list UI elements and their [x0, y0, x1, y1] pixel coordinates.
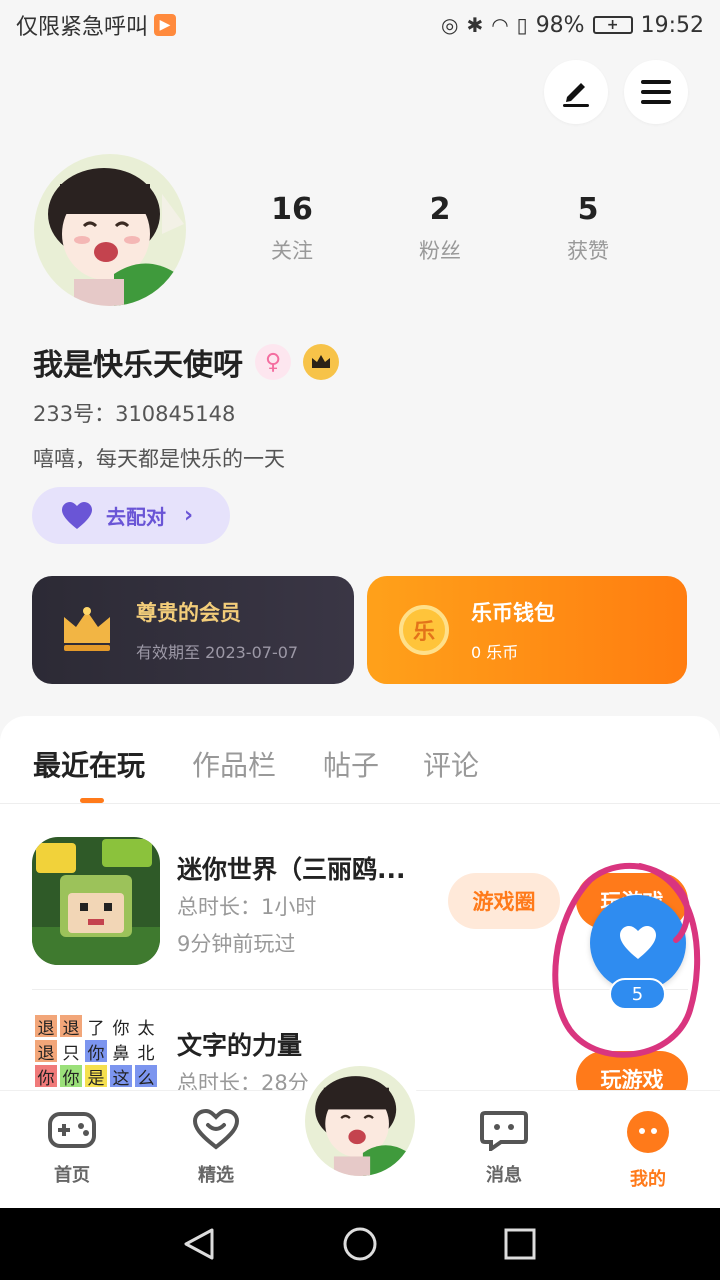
- vip-expiry: 有效期至 2023-07-07: [136, 643, 299, 662]
- nav-label: 消息: [486, 1165, 522, 1186]
- coin-icon: 乐: [399, 605, 449, 655]
- crown-icon: [64, 607, 110, 651]
- heart-icon: [62, 501, 92, 529]
- tab-recently-played[interactable]: 最近在玩: [33, 744, 145, 784]
- system-nav-bar: [0, 1208, 720, 1280]
- word-tile: 太: [137, 1018, 155, 1039]
- tab-comments[interactable]: 评论: [423, 744, 479, 784]
- avatar[interactable]: [34, 154, 186, 306]
- profile-stats: 16 关注 2 粉丝 5 获赞: [218, 192, 662, 265]
- bluetooth-icon: ✱: [466, 13, 484, 37]
- stat-following[interactable]: 16 关注: [218, 192, 366, 265]
- bottom-nav: 首页 精选 消息 我的: [0, 1057, 720, 1208]
- battery-icon: +: [592, 16, 633, 34]
- nav-home[interactable]: 首页: [24, 1109, 120, 1187]
- nav-label: 我的: [630, 1169, 666, 1190]
- nav-label: 首页: [54, 1165, 90, 1186]
- pair-button[interactable]: 去配对 ›: [32, 487, 230, 544]
- stat-label: 粉丝: [419, 239, 461, 263]
- play-notification-icon: ▶: [154, 14, 177, 36]
- word-tile: 只: [62, 1043, 80, 1064]
- heart-outline-icon: [192, 1108, 240, 1150]
- game-title[interactable]: 文字的力量: [177, 1026, 302, 1062]
- word-tile: 你: [35, 1065, 57, 1089]
- word-tile: 这: [110, 1065, 132, 1089]
- clock: 19:52: [640, 12, 704, 38]
- menu-button[interactable]: [624, 60, 688, 124]
- pencil-icon: [563, 83, 589, 107]
- carrier-text: 仅限紧急呼叫: [16, 15, 149, 40]
- game-last-played: 9分钟前玩过: [177, 932, 296, 956]
- wallet-card[interactable]: 乐 乐币钱包 0 乐币: [367, 576, 687, 684]
- pair-button-label: 去配对: [106, 505, 166, 529]
- status-bar: 仅限紧急呼叫 ▶ ◎ ✱ ◠ ▯ 98% + 19:52: [0, 0, 720, 50]
- nav-center-avatar[interactable]: [296, 1057, 424, 1185]
- female-icon: ♀: [255, 344, 291, 380]
- nav-messages[interactable]: 消息: [456, 1109, 552, 1187]
- username: 我是快乐天使呀: [33, 348, 243, 383]
- game-circle-button[interactable]: 游戏圈: [448, 873, 560, 929]
- word-tile: 了: [87, 1018, 105, 1039]
- me-face-icon: [627, 1111, 669, 1153]
- profile-tabs: 最近在玩 作品栏 帖子 评论: [0, 716, 720, 804]
- divider: [32, 989, 688, 990]
- vip-card[interactable]: 尊贵的会员 有效期至 2023-07-07: [32, 576, 354, 684]
- word-tile: 退: [35, 1040, 57, 1064]
- hamburger-icon: [641, 80, 671, 104]
- bio: 嘻嘻，每天都是快乐的一天: [33, 447, 285, 471]
- edit-profile-button[interactable]: [544, 60, 608, 124]
- like-floating-button[interactable]: [590, 895, 686, 991]
- word-tile: 退: [60, 1015, 82, 1039]
- game-duration: 总时长：1小时: [177, 895, 317, 919]
- stat-likes[interactable]: 5 获赞: [514, 192, 662, 265]
- stat-followers[interactable]: 2 粉丝: [366, 192, 514, 265]
- word-tile: 退: [35, 1015, 57, 1039]
- vip-title: 尊贵的会员: [136, 601, 241, 625]
- chat-bubble-icon: [480, 1111, 528, 1153]
- battery-percent: 98%: [535, 12, 585, 38]
- tab-indicator: [80, 798, 104, 803]
- word-tile: 么: [135, 1065, 157, 1089]
- game-icon-mini-world[interactable]: [32, 837, 160, 965]
- wallet-balance: 0 乐币: [471, 643, 519, 662]
- back-icon[interactable]: [184, 1228, 214, 1260]
- crown-icon[interactable]: [303, 344, 339, 380]
- home-icon[interactable]: [343, 1227, 377, 1261]
- nav-me[interactable]: 我的: [600, 1109, 696, 1191]
- stat-value: 2: [429, 192, 451, 227]
- tab-works[interactable]: 作品栏: [192, 744, 276, 784]
- stat-label: 获赞: [567, 239, 609, 263]
- nav-featured[interactable]: 精选: [168, 1108, 264, 1187]
- sim-alert-icon: ▯: [516, 13, 528, 37]
- word-tile: 北: [137, 1043, 155, 1064]
- tab-posts[interactable]: 帖子: [323, 744, 379, 784]
- avatar-anime-girl-image: [305, 1066, 415, 1176]
- username-row: 我是快乐天使呀 ♀: [33, 340, 339, 384]
- wifi-icon: ◠: [491, 13, 509, 37]
- nfc-icon: ◎: [441, 13, 459, 37]
- game-title[interactable]: 迷你世界（三丽鸥...: [177, 850, 406, 886]
- stat-value: 5: [577, 192, 599, 227]
- word-tile: 鼻: [112, 1043, 130, 1064]
- recents-icon[interactable]: [504, 1228, 536, 1260]
- like-count-badge: 5: [609, 978, 666, 1010]
- avatar-anime-girl-image: [34, 154, 186, 306]
- word-tile: 你: [112, 1018, 130, 1039]
- word-tile: 是: [85, 1065, 107, 1089]
- heart-icon: [620, 926, 656, 959]
- word-tile: 你: [85, 1040, 107, 1064]
- nav-label: 精选: [198, 1165, 234, 1186]
- gamepad-icon: [48, 1112, 96, 1148]
- stat-label: 关注: [271, 239, 313, 263]
- word-tile: 你: [60, 1065, 82, 1089]
- user-id: 233号：310845148: [33, 402, 236, 426]
- chevron-right-icon: ›: [184, 503, 194, 528]
- wallet-title: 乐币钱包: [471, 601, 555, 625]
- stat-value: 16: [271, 192, 313, 227]
